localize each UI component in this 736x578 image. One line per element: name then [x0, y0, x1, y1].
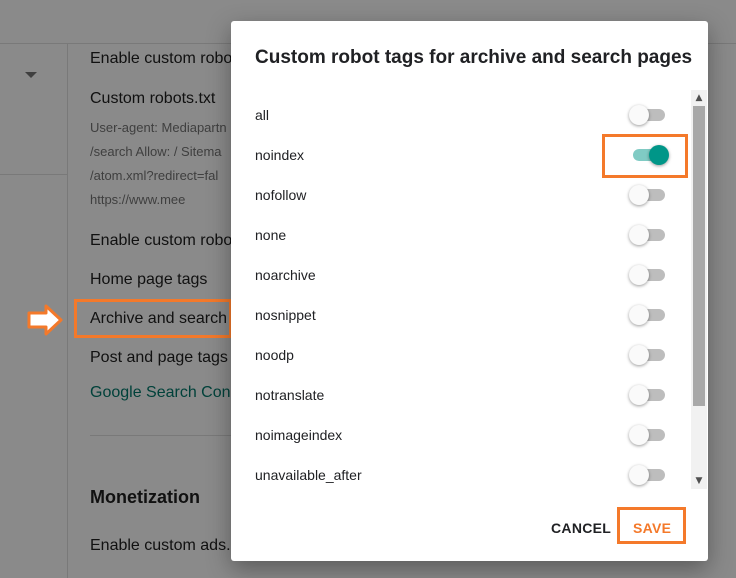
tag-label: nosnippet: [255, 307, 316, 323]
tag-row: all: [231, 95, 691, 135]
toggle-thumb: [629, 225, 649, 245]
toggle-thumb: [629, 305, 649, 325]
tag-toggle[interactable]: [629, 105, 669, 125]
tag-label: noarchive: [255, 267, 316, 283]
tag-row: notranslate: [231, 375, 691, 415]
tag-toggle[interactable]: [629, 225, 669, 245]
toggle-thumb: [629, 185, 649, 205]
tag-toggle[interactable]: [629, 425, 669, 445]
tag-row: unavailable_after: [231, 455, 691, 491]
tag-toggle[interactable]: [629, 265, 669, 285]
robot-tags-dialog: Custom robot tags for archive and search…: [231, 21, 708, 561]
toggle-thumb: [629, 265, 649, 285]
tag-row: noimageindex: [231, 415, 691, 455]
toggle-thumb: [629, 105, 649, 125]
tag-row: nofollow: [231, 175, 691, 215]
tag-toggle[interactable]: [629, 185, 669, 205]
highlight-archive-item: [74, 299, 232, 338]
tag-toggle[interactable]: [629, 385, 669, 405]
tag-toggle[interactable]: [629, 465, 669, 485]
tag-label: notranslate: [255, 387, 325, 403]
highlight-noindex-toggle: [602, 134, 688, 178]
tag-toggle[interactable]: [629, 345, 669, 365]
scroll-down-icon[interactable]: ▼: [691, 473, 707, 489]
toggle-thumb: [629, 345, 649, 365]
toggle-thumb: [629, 465, 649, 485]
tag-row: none: [231, 215, 691, 255]
toggle-thumb: [629, 385, 649, 405]
tag-label: noodp: [255, 347, 294, 363]
scroll-thumb[interactable]: [693, 106, 705, 406]
tag-row: noodp: [231, 335, 691, 375]
toggle-thumb: [629, 425, 649, 445]
scroll-up-icon[interactable]: ▲: [691, 90, 707, 106]
tag-label: noimageindex: [255, 427, 343, 443]
tag-toggle[interactable]: [629, 305, 669, 325]
cancel-button[interactable]: CANCEL: [551, 520, 611, 536]
dialog-title: Custom robot tags for archive and search…: [255, 47, 693, 68]
tag-row: noarchive: [231, 255, 691, 295]
arrow-right-icon: [27, 304, 63, 336]
tag-label: all: [255, 107, 270, 123]
highlight-save-button: [617, 507, 686, 544]
tag-label: unavailable_after: [255, 467, 362, 483]
tag-label: noindex: [255, 147, 305, 163]
tag-label: nofollow: [255, 187, 307, 203]
tag-label: none: [255, 227, 287, 243]
scrollbar[interactable]: ▲ ▼: [691, 90, 707, 489]
tag-row: nosnippet: [231, 295, 691, 335]
